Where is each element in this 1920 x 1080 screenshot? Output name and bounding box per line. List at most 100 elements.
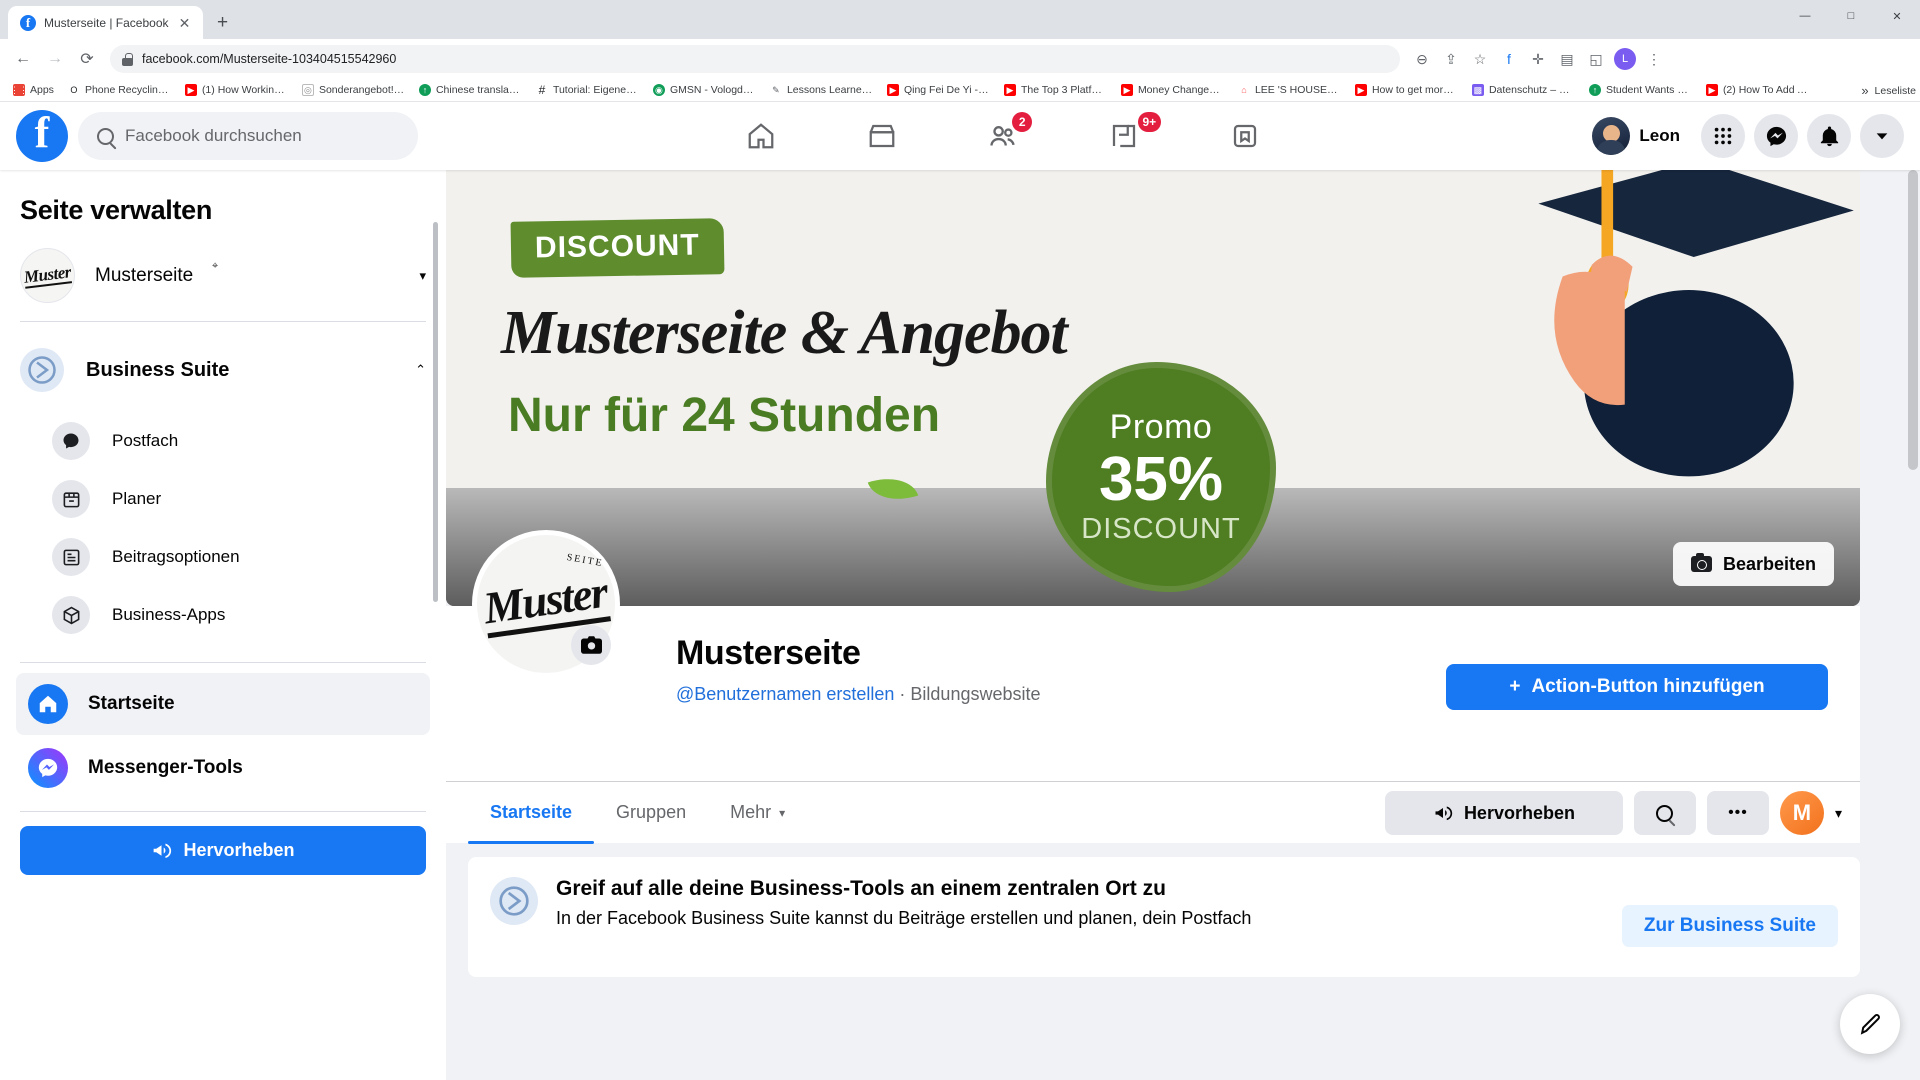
notifications-icon[interactable] <box>1807 114 1851 158</box>
bookmark-item[interactable]: ▶ Qing Fei De Yi - Y... <box>880 80 997 100</box>
bookmark-item[interactable]: O Phone Recycling,... <box>61 80 178 100</box>
browser-tab[interactable]: f Musterseite | Facebook ✕ <box>8 6 203 39</box>
highlight-button-label: Hervorheben <box>1463 802 1575 823</box>
address-bar[interactable]: facebook.com/Musterseite-103404515542960 <box>110 45 1400 73</box>
bookmark-item[interactable]: ↑ Student Wants an... <box>1582 80 1699 100</box>
sidebar-item-planer[interactable]: Planer <box>20 470 426 528</box>
bookmark-item[interactable]: ▩ Datenschutz – Re... <box>1465 80 1582 100</box>
sidebar-item-startseite[interactable]: Startseite <box>16 673 430 735</box>
compose-fab[interactable] <box>1840 994 1900 1054</box>
bookmark-label: Datenschutz – Re... <box>1488 84 1575 96</box>
inbox-bubble-icon <box>52 422 90 460</box>
sidebar-scrollbar[interactable] <box>433 222 438 602</box>
bookmark-label: Apps <box>30 84 54 96</box>
sidebar-item-messenger-tools[interactable]: Messenger-Tools <box>16 737 430 799</box>
list-icon[interactable]: ▤ <box>1553 45 1581 73</box>
bookmark-item[interactable]: # Tutorial: Eigene Fa... <box>529 80 646 100</box>
sidebar-group-label: Business Suite <box>86 358 230 381</box>
megaphone-icon <box>1435 806 1453 821</box>
back-icon[interactable]: ← <box>8 44 38 74</box>
account-chevron-icon[interactable] <box>1860 114 1904 158</box>
edit-cover-button[interactable]: Bearbeiten <box>1672 542 1834 586</box>
bookmark-label: Phone Recycling,... <box>84 84 171 96</box>
tab-gruppen[interactable]: Gruppen <box>594 782 708 844</box>
bookmark-item[interactable]: ↑ Chinese translatio... <box>412 80 529 100</box>
zoom-icon[interactable]: ⊖ <box>1408 45 1436 73</box>
bookmark-item[interactable]: ◉ GMSN - Vologda,... <box>646 80 763 100</box>
more-options-button[interactable]: ••• <box>1706 791 1769 835</box>
sidebar-item-label: Beitragsoptionen <box>112 547 240 566</box>
search-icon <box>1656 804 1674 822</box>
lock-icon <box>122 52 133 66</box>
facebook-extension-icon[interactable]: f <box>1495 45 1523 73</box>
search-input[interactable]: Facebook durchsuchen <box>78 112 418 160</box>
camera-icon[interactable] <box>571 625 611 665</box>
chevron-down-icon[interactable]: ▾ <box>1835 805 1842 822</box>
profile-avatar[interactable]: Muster SEITE <box>472 530 620 678</box>
nav-tab-marketplace[interactable] <box>826 108 937 164</box>
bookmark-item[interactable]: ▶ (2) How To Add A... <box>1699 80 1816 100</box>
pen-icon: ✎ <box>769 84 782 96</box>
page-tabs-row: Startseite Gruppen Mehr ▾ Hervorheben ••… <box>446 781 1860 844</box>
bookmark-item[interactable]: ▶ The Top 3 Platfor... <box>997 80 1114 100</box>
manage-page-sidebar: Seite verwalten Muster Musterseite ⌖ ▾ B… <box>0 170 446 1080</box>
new-tab-button[interactable]: + <box>209 8 237 36</box>
bookmarks-overflow-icon[interactable]: » <box>1861 83 1868 98</box>
tab-mehr[interactable]: Mehr ▾ <box>708 782 807 844</box>
star-icon[interactable]: ☆ <box>1466 45 1494 73</box>
sidebar-group-business-suite[interactable]: Business Suite ⌃ <box>20 326 426 412</box>
cast-icon[interactable]: ◱ <box>1582 45 1610 73</box>
bookmark-label: GMSN - Vologda,... <box>669 84 756 96</box>
profile-icon[interactable]: L <box>1611 45 1639 73</box>
bookmark-item[interactable]: ✎ Lessons Learned f... <box>763 80 880 100</box>
close-window-button[interactable]: ✕ <box>1874 0 1920 32</box>
promo-heading: Greif auf alle deine Business-Tools an e… <box>556 877 1166 900</box>
cover-photo[interactable]: DISCOUNT Musterseite & Angebot Nur für 2… <box>446 170 1860 606</box>
promo-line1: Promo <box>1109 408 1213 447</box>
maximize-button[interactable]: □ <box>1828 0 1874 32</box>
create-username-link[interactable]: @Benutzernamen erstellen <box>676 684 894 704</box>
facebook-logo[interactable]: f <box>16 110 68 162</box>
home-filled-icon <box>28 684 68 724</box>
sidebar-page-selector[interactable]: Muster Musterseite ⌖ ▾ <box>20 242 426 317</box>
facebook-icon: f <box>20 14 36 31</box>
nav-tab-pages[interactable] <box>1189 108 1300 164</box>
youtube-icon: ▶ <box>1705 84 1718 96</box>
reading-list-button[interactable]: Leseliste <box>1875 85 1916 97</box>
search-button[interactable] <box>1633 791 1696 835</box>
nav-tab-groups[interactable]: 2 <box>947 108 1058 164</box>
extension-icon[interactable]: ✛ <box>1524 45 1552 73</box>
promote-button[interactable]: Hervorheben <box>20 826 426 875</box>
chevron-down-icon[interactable]: ▾ <box>419 268 426 284</box>
promo-cta-link[interactable]: Zur Business Suite <box>1621 905 1838 947</box>
nav-tab-gaming[interactable]: 9+ <box>1068 108 1179 164</box>
profile-chip[interactable]: Leon <box>1587 112 1692 160</box>
bookmark-item[interactable]: ⋮⋮ Apps <box>6 80 61 100</box>
close-icon[interactable]: ✕ <box>177 15 193 31</box>
highlight-button[interactable]: Hervorheben <box>1384 791 1623 835</box>
bookmark-item[interactable]: ⌂ LEE 'S HOUSE—... <box>1231 80 1348 100</box>
minimize-button[interactable]: — <box>1782 0 1828 32</box>
chevron-up-icon[interactable]: ⌃ <box>415 362 426 378</box>
add-action-button[interactable]: + Action-Button hinzufügen <box>1446 664 1828 710</box>
nav-tab-home[interactable] <box>705 108 816 164</box>
menu-grid-icon[interactable] <box>1701 114 1745 158</box>
bookmark-item[interactable]: ▶ How to get more v... <box>1348 80 1465 100</box>
forward-icon[interactable]: → <box>40 44 70 74</box>
bookmark-label: Qing Fei De Yi - Y... <box>903 84 990 96</box>
bookmark-label: The Top 3 Platfor... <box>1020 84 1107 96</box>
main-scrollbar[interactable] <box>1908 170 1918 470</box>
bookmark-item[interactable]: ▶ (1) How Working a... <box>178 80 295 100</box>
bookmark-item[interactable]: ▶ Money Changes E... <box>1114 80 1231 100</box>
reload-icon[interactable]: ⟳ <box>72 44 102 74</box>
bookmark-item[interactable]: ◎ Sonderangebot! |... <box>295 80 412 100</box>
tab-startseite[interactable]: Startseite <box>468 782 595 844</box>
sidebar-item-postfach[interactable]: Postfach <box>20 412 426 470</box>
tab-title: Musterseite | Facebook <box>44 15 169 30</box>
page-switch-avatar[interactable]: M <box>1779 791 1824 835</box>
menu-icon[interactable]: ⋮ <box>1640 45 1668 73</box>
share-icon[interactable]: ⇪ <box>1437 45 1465 73</box>
messenger-icon[interactable] <box>1754 114 1798 158</box>
sidebar-item-business-apps[interactable]: Business-Apps <box>20 586 426 644</box>
sidebar-item-beitragsoptionen[interactable]: Beitragsoptionen <box>20 528 426 586</box>
